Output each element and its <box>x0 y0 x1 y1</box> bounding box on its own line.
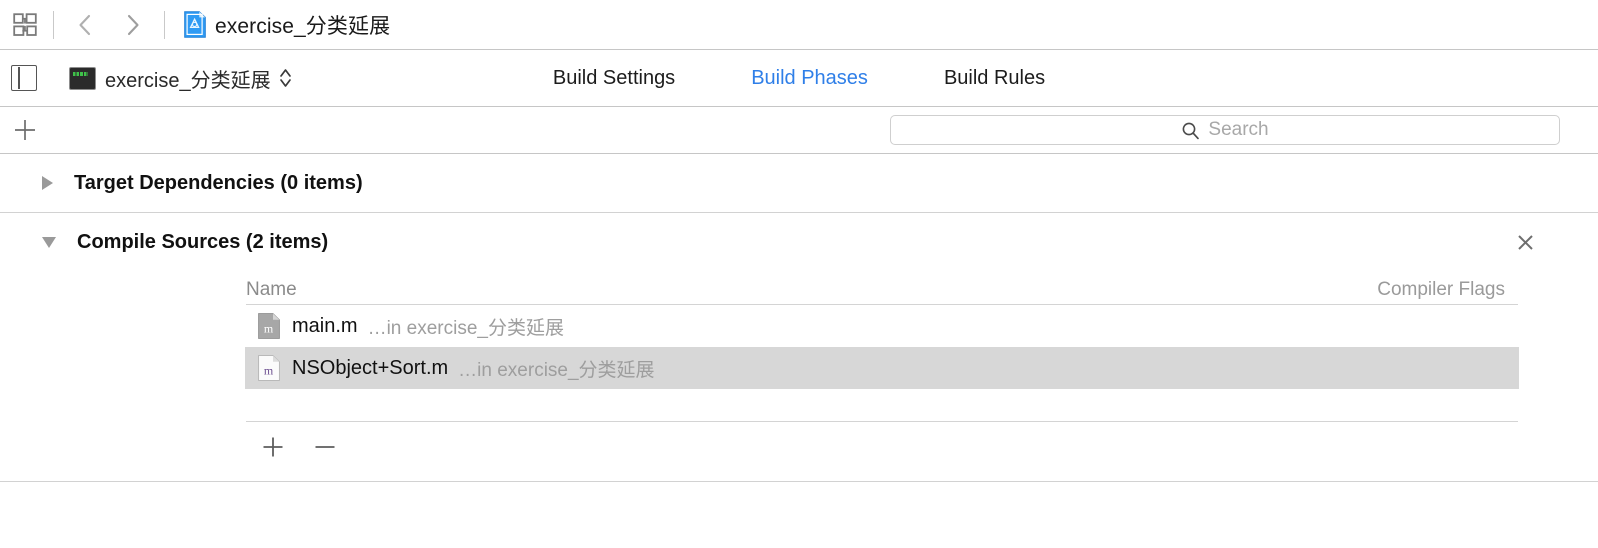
target-name-label: exercise_分类延展 <box>105 69 271 92</box>
disclosure-triangle-down-icon[interactable] <box>42 236 56 248</box>
file-location: …in exercise_分类延展 <box>367 317 564 339</box>
plus-icon <box>263 437 283 457</box>
search-icon <box>1181 121 1200 140</box>
minus-icon <box>315 446 335 448</box>
remove-file-button[interactable] <box>312 434 338 460</box>
objective-c-file-icon: m <box>258 313 280 339</box>
table-header-row: Name Compiler Flags <box>246 271 1518 305</box>
compile-sources-table: Name Compiler Flags m main.m …in exercis… <box>245 271 1519 472</box>
close-icon[interactable] <box>1514 231 1536 253</box>
xcode-project-icon <box>184 11 206 38</box>
file-name: NSObject+Sort.m <box>292 356 449 379</box>
phase-header-compile-sources[interactable]: Compile Sources (2 items) <box>0 213 1598 271</box>
phase-toolbar: Search <box>0 107 1598 154</box>
column-header-compiler-flags[interactable]: Compiler Flags <box>1377 279 1518 301</box>
phase-compile-sources: Compile Sources (2 items) Name Compiler … <box>0 213 1598 482</box>
table-footer <box>246 422 1518 472</box>
toolbar-divider-2 <box>164 10 165 39</box>
svg-text:m: m <box>264 322 274 336</box>
search-field[interactable]: Search <box>890 115 1560 145</box>
file-location: …in exercise_分类延展 <box>458 359 655 381</box>
table-body: m main.m …in exercise_分类延展 m NSObject+So… <box>245 305 1519 389</box>
chevron-right-icon <box>127 14 139 35</box>
compile-sources-body: Name Compiler Flags m main.m …in exercis… <box>0 271 1598 482</box>
target-selector[interactable]: exercise_分类延展 <box>69 64 292 93</box>
phase-header-target-dependencies[interactable]: Target Dependencies (0 items) <box>0 154 1598 212</box>
phase-target-dependencies: Target Dependencies (0 items) <box>0 154 1598 213</box>
table-row[interactable]: m NSObject+Sort.m …in exercise_分类延展 <box>245 347 1519 389</box>
tab-build-rules[interactable]: Build Rules <box>944 67 1045 90</box>
tab-build-phases[interactable]: Build Phases <box>751 67 868 90</box>
toolbar-divider-1 <box>53 10 54 39</box>
add-file-button[interactable] <box>260 434 286 460</box>
target-tab-bar: exercise_分类延展 Build Settings Build Phase… <box>0 50 1598 107</box>
page-title: exercise_分类延展 <box>215 14 391 38</box>
top-toolbar: exercise_分类延展 <box>0 0 1598 50</box>
left-pane-toggle-icon[interactable] <box>11 65 37 91</box>
table-row[interactable]: m main.m …in exercise_分类延展 <box>245 305 1519 347</box>
tab-build-settings[interactable]: Build Settings <box>553 67 675 90</box>
objective-c-file-icon: m <box>258 355 280 381</box>
svg-text:m: m <box>264 364 274 378</box>
add-build-phase-button[interactable] <box>11 116 39 144</box>
forward-button[interactable] <box>115 8 151 42</box>
command-line-tool-target-icon <box>69 66 96 90</box>
disclosure-triangle-right-icon[interactable] <box>42 176 53 190</box>
plus-icon <box>15 120 35 140</box>
phase-title-compile-sources: Compile Sources (2 items) <box>77 230 329 253</box>
chevron-left-icon <box>79 14 91 35</box>
search-input[interactable]: Search <box>1208 119 1268 141</box>
phase-bottom-divider <box>0 481 1598 482</box>
file-name: main.m <box>292 314 358 337</box>
column-header-name[interactable]: Name <box>246 279 1377 301</box>
phase-title-target-dependencies: Target Dependencies (0 items) <box>74 171 363 194</box>
navigator-grid-icon[interactable] <box>10 10 40 40</box>
back-button[interactable] <box>67 8 103 42</box>
up-down-chevrons-icon[interactable] <box>279 67 292 89</box>
